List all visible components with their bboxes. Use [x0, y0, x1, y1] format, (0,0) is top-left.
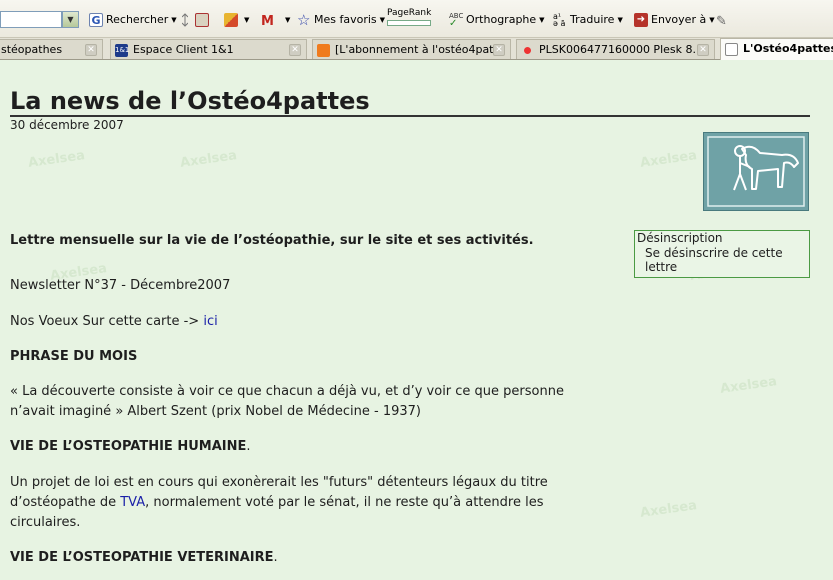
spellcheck-button[interactable]: ABC ✓ Orthographe ▼: [449, 11, 545, 29]
tab-osteo4pattes[interactable]: L'Ostéo4pattes: [720, 38, 833, 60]
one-and-one-icon: 1&1: [115, 43, 129, 57]
issue-date: 30 décembre 2007: [10, 118, 124, 132]
gmail-icon: M: [261, 14, 274, 29]
newsletter-issue: Newsletter N°37 - Décembre2007: [10, 278, 231, 293]
tab-osteopathes[interactable]: stéopathes ✕: [0, 39, 103, 59]
human-text: Un projet de loi est en cours qui exonèr…: [10, 475, 548, 530]
send-to-button[interactable]: ➜ Envoyer à ▼: [634, 11, 715, 28]
phrase-heading: PHRASE DU MOIS: [10, 349, 138, 364]
watermark-text: Axelsea: [27, 148, 86, 171]
unsubscribe-box: Désinscription Se désinscrire de cette l…: [634, 230, 810, 278]
close-icon[interactable]: ✕: [85, 44, 97, 56]
tab-plesk[interactable]: PLSK006477160000 Plesk 8.... ✕: [516, 39, 715, 59]
highlight-button[interactable]: ✎: [716, 11, 733, 29]
chevron-down-icon: ▼: [285, 15, 291, 24]
watermark-text: Axelsea: [639, 498, 698, 521]
search-dropdown-button[interactable]: ▼: [62, 11, 79, 28]
close-icon[interactable]: ✕: [697, 44, 709, 56]
watermark-text: Axelsea: [179, 148, 238, 171]
translate-icon: a¹ ə ā: [553, 12, 566, 28]
page-icon: [725, 42, 738, 56]
google-icon: G: [89, 13, 103, 27]
chevron-down-icon: ▼: [379, 15, 386, 24]
spellcheck-icon: ABC ✓: [449, 12, 464, 29]
gmail-button[interactable]: M ▼: [261, 11, 291, 29]
page-content: Axelsea Axelsea Axelsea Axelsea Axelsea …: [0, 60, 833, 580]
unsubscribe-link[interactable]: Se désinscrire de cette lettre: [645, 246, 805, 274]
autofill-button[interactable]: ▼: [224, 11, 249, 28]
page-title: La news de l’Ostéo4pattes: [10, 87, 370, 115]
plesk-icon: [521, 43, 534, 57]
osteo4pattes-logo: [703, 132, 809, 211]
toolbar-search-input[interactable]: [0, 11, 62, 28]
star-icon: ☆: [297, 11, 311, 29]
pen-icon: ✎: [716, 14, 727, 29]
pagerank-indicator[interactable]: PageRank: [387, 8, 431, 26]
vet-heading: VIE DE L’OSTEOPATHIE VETERINAIRE.: [10, 550, 278, 565]
tab-espace-client[interactable]: 1&1 Espace Client 1&1 ✕: [110, 39, 307, 59]
voeux-link[interactable]: ici: [203, 314, 217, 329]
tab-abonnement[interactable]: [L'abonnement à l'ostéo4pat... ✕: [312, 39, 511, 59]
send-arrow-icon: ➜: [634, 13, 648, 27]
favorites-button[interactable]: ☆ Mes favoris ▼: [297, 11, 385, 28]
watermark-text: Axelsea: [719, 374, 778, 397]
chevron-down-icon: ▼: [539, 15, 545, 24]
chevron-down-icon: ▼: [244, 15, 250, 24]
watermark-text: Axelsea: [639, 148, 698, 171]
chevron-down-icon: ▼: [617, 15, 623, 24]
tva-link[interactable]: TVA: [120, 495, 145, 510]
voeux-line: Nos Voeux Sur cette carte -> ici: [10, 314, 218, 329]
puzzle-icon: [224, 13, 238, 27]
human-heading: VIE DE L’OSTEOPATHIE HUMAINE.: [10, 439, 251, 454]
chevron-down-icon: ▼: [171, 15, 177, 24]
tab-bar: stéopathes ✕ 1&1 Espace Client 1&1 ✕ [L'a…: [0, 38, 833, 60]
unsubscribe-title: Désinscription: [637, 231, 723, 245]
title-divider: [10, 115, 810, 117]
arrows-icon: [181, 13, 189, 27]
intro-text: Lettre mensuelle sur la vie de l’ostéopa…: [10, 233, 534, 248]
chevron-down-icon: ▼: [709, 15, 715, 24]
browser-toolbar: ▼ G Rechercher ▼ ▼ M ▼ ☆ Mes favoris ▼ PageRa…: [0, 0, 833, 38]
translate-button[interactable]: a¹ ə ā Traduire ▼: [553, 11, 623, 28]
block-popup-icon: [194, 13, 209, 27]
search-button[interactable]: G Rechercher ▼: [89, 11, 177, 28]
pagerank-bar: [387, 20, 431, 26]
close-icon[interactable]: ✕: [493, 44, 505, 56]
orange-mail-icon: [317, 43, 330, 57]
quote-text: « La découverte consiste à voir ce que c…: [10, 384, 564, 419]
toolbar-tool-button[interactable]: [181, 11, 212, 28]
close-icon[interactable]: ✕: [289, 44, 301, 56]
